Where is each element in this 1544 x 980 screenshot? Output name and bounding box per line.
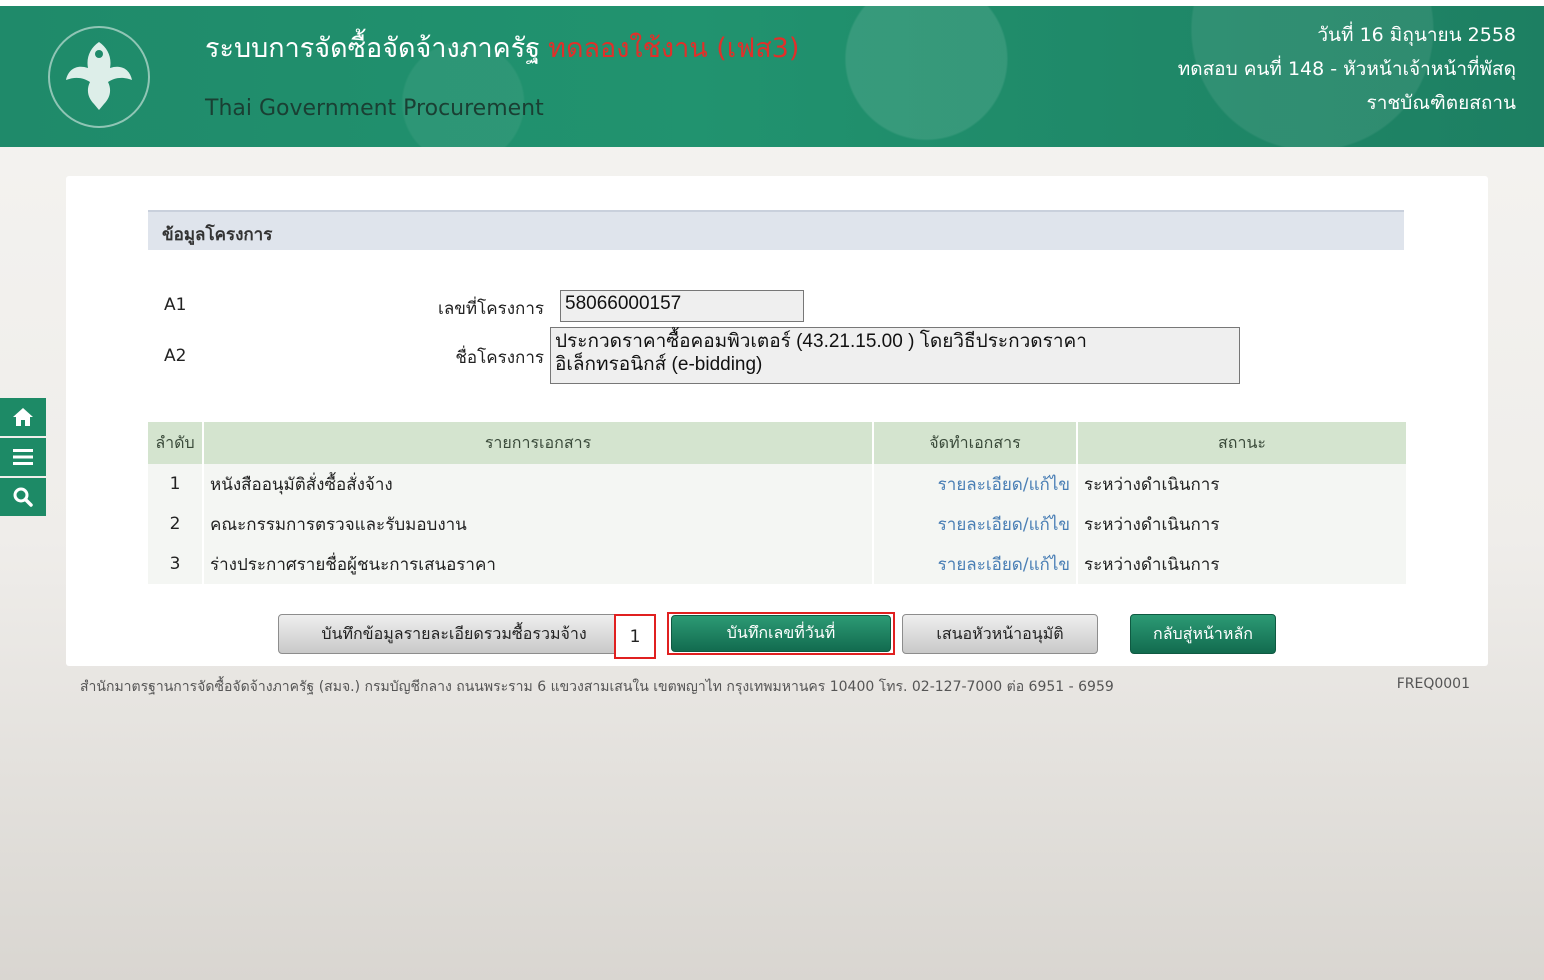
side-nav-home[interactable]: [0, 398, 46, 436]
document-name: ร่างประกาศรายชื่อผู้ชนะการเสนอราคา: [202, 544, 873, 584]
header-banner: ระบบการจัดซื้อจัดจ้างภาครัฐ ทดลองใช้งาน (…: [0, 0, 1544, 147]
document-status: ระหว่างดำเนินการ: [1076, 544, 1406, 584]
search-icon: [13, 487, 33, 507]
system-title: ระบบการจัดซื้อจัดจ้างภาครัฐ ทดลองใช้งาน (…: [205, 33, 800, 64]
table-header-row: ลำดับ รายการเอกสาร จัดทำเอกสาร สถานะ: [148, 422, 1406, 464]
col-header-action: จัดทำเอกสาร: [872, 422, 1077, 464]
section-title: ข้อมูลโครงการ: [148, 210, 1404, 250]
trial-badge: ทดลองใช้งาน (เฟส3): [548, 33, 800, 64]
row-code-a2: A2: [164, 346, 187, 366]
footer-address: สำนักมาตรฐานการจัดซื้อจัดจ้างภาครัฐ (สมจ…: [80, 679, 1114, 695]
project-name-field[interactable]: ประกวดราคาซื้อคอมพิวเตอร์ (43.21.15.00 )…: [550, 327, 1240, 384]
top-strip: [0, 0, 1544, 6]
side-nav: [0, 398, 46, 518]
system-subtitle: Thai Government Procurement: [205, 96, 544, 121]
user-name: ทดสอบ คนที่ 148 - หัวหน้าเจ้าหน้าที่พัสด…: [1177, 58, 1516, 80]
project-name-line-2: อิเล็กทรอนิกส์ (e-bidding): [555, 354, 763, 375]
document-name: หนังสืออนุมัติสั่งซื้อสั่งจ้าง: [202, 464, 873, 504]
document-name: คณะกรรมการตรวจและรับมอบงาน: [202, 504, 873, 544]
row-code-a1: A1: [164, 295, 187, 315]
col-header-no: ลำดับ: [148, 422, 203, 464]
project-name-label: ชื่อโครงการ: [455, 348, 544, 368]
document-status: ระหว่างดำเนินการ: [1076, 464, 1406, 504]
project-number-label: เลขที่โครงการ: [438, 299, 544, 319]
page-code: FREQ0001: [1396, 676, 1470, 692]
project-number-field[interactable]: 58066000157: [560, 290, 804, 322]
side-nav-menu[interactable]: [0, 438, 46, 476]
save-details-button[interactable]: บันทึกข้อมูลรายละเอียดรวมซื้อรวมจ้าง: [278, 614, 630, 654]
table-row: 3 ร่างประกาศรายชื่อผู้ชนะการเสนอราคา ราย…: [148, 544, 1406, 584]
content-panel: ข้อมูลโครงการ A1 เลขที่โครงการ 580660001…: [66, 176, 1488, 666]
row-number: 1: [148, 464, 203, 504]
details-edit-link[interactable]: รายละเอียด/แก้ไข: [872, 464, 1077, 504]
user-info: วันที่ 16 มิถุนายน 2558 ทดสอบ คนที่ 148 …: [1178, 18, 1516, 120]
documents-table: ลำดับ รายการเอกสาร จัดทำเอกสาร สถานะ 1 ห…: [148, 422, 1406, 584]
current-date: วันที่ 16 มิถุนายน 2558: [1317, 24, 1516, 46]
step-marker: 1: [614, 614, 656, 659]
row-number: 3: [148, 544, 203, 584]
menu-icon: [13, 449, 33, 465]
organization: ราชบัณฑิตยสถาน: [1366, 92, 1516, 114]
details-edit-link[interactable]: รายละเอียด/แก้ไข: [872, 544, 1077, 584]
save-number-date-button[interactable]: บันทึกเลขที่วันที่: [671, 615, 891, 652]
home-icon: [13, 408, 33, 426]
document-status: ระหว่างดำเนินการ: [1076, 504, 1406, 544]
col-header-document: รายการเอกสาร: [202, 422, 873, 464]
back-home-button[interactable]: กลับสู่หน้าหลัก: [1130, 614, 1276, 654]
project-name-line-1: ประกวดราคาซื้อคอมพิวเตอร์ (43.21.15.00 )…: [555, 331, 1087, 352]
garuda-logo-icon: [48, 26, 150, 128]
table-row: 2 คณะกรรมการตรวจและรับมอบงาน รายละเอียด/…: [148, 504, 1406, 544]
propose-approval-button[interactable]: เสนอหัวหน้าอนุมัติ: [902, 614, 1098, 654]
details-edit-link[interactable]: รายละเอียด/แก้ไข: [872, 504, 1077, 544]
col-header-status: สถานะ: [1076, 422, 1406, 464]
side-nav-search[interactable]: [0, 478, 46, 516]
table-row: 1 หนังสืออนุมัติสั่งซื้อสั่งจ้าง รายละเอ…: [148, 464, 1406, 504]
row-number: 2: [148, 504, 203, 544]
